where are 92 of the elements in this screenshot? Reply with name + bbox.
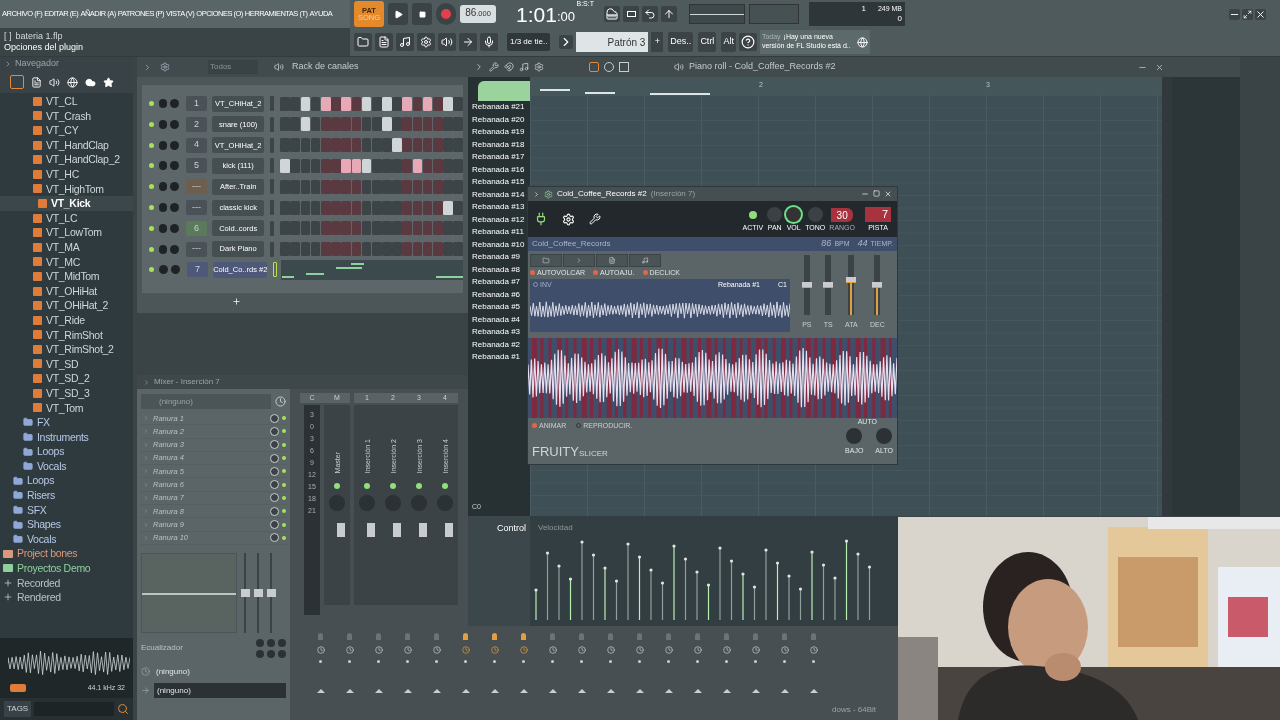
- route-field[interactable]: (ninguno): [154, 683, 286, 699]
- slice-label[interactable]: Rebanada #21: [472, 101, 530, 114]
- slice-label[interactable]: Rebanada #2: [472, 338, 530, 351]
- beats-value: 44: [857, 237, 868, 251]
- channel-number[interactable]: 1: [185, 96, 207, 112]
- slice-label[interactable]: Rebanada #10: [472, 238, 530, 251]
- browser-item[interactable]: VT_HandClap_2: [46, 154, 120, 165]
- slice-label[interactable]: Rebanada #19: [472, 126, 530, 139]
- range-field[interactable]: 30: [831, 208, 854, 222]
- browser-item[interactable]: Vocals: [27, 533, 57, 545]
- browser-item[interactable]: VT_SD_2: [46, 373, 90, 384]
- bpm-value: 86: [821, 237, 832, 251]
- slice-label[interactable]: Rebanada #16: [472, 163, 530, 176]
- browser-item[interactable]: Instruments: [37, 431, 89, 443]
- browser-item[interactable]: VT_OHiHat: [46, 285, 97, 297]
- slice-label[interactable]: Rebanada #14: [472, 188, 530, 201]
- browser-item[interactable]: VT_OHiHat_2: [46, 300, 109, 311]
- browser-item[interactable]: Proyectos Demo: [17, 563, 91, 574]
- window-title: Piano roll - Cold_Coffee_Records #2: [689, 60, 836, 74]
- slice-label[interactable]: Rebanada #20: [472, 113, 530, 126]
- slice-label[interactable]: Rebanada #18: [472, 138, 530, 151]
- slice-label[interactable]: Rebanada #5: [472, 301, 530, 314]
- browser-item[interactable]: VT_MidTom: [46, 271, 100, 282]
- key-button[interactable]: Ctrl: [698, 32, 717, 52]
- browser-item[interactable]: VT_RimShot: [46, 329, 103, 341]
- browser-item[interactable]: Project bones: [17, 548, 78, 559]
- slice-label[interactable]: Rebanada #9: [472, 251, 530, 264]
- snap-selector[interactable]: 1/3 de tie..: [507, 33, 551, 51]
- slice-label[interactable]: Rebanada #4: [472, 313, 530, 326]
- browser-item[interactable]: VT_MA: [46, 242, 80, 253]
- add-pattern-button[interactable]: +: [651, 32, 664, 52]
- browser-item[interactable]: Loops: [27, 475, 55, 486]
- control-label: Velocidad: [538, 522, 573, 534]
- insert-label: (Inserción 7): [650, 188, 696, 200]
- channel-number[interactable]: 2: [185, 116, 207, 132]
- key-button[interactable]: Des..: [668, 32, 694, 52]
- slice-label[interactable]: Rebanada #6: [472, 288, 530, 301]
- track-field[interactable]: 7: [865, 207, 891, 222]
- browser-item[interactable]: VT_SD_3: [46, 387, 90, 399]
- browser-item[interactable]: VT_LC: [46, 212, 78, 224]
- slice-label[interactable]: Rebanada #1: [472, 351, 530, 364]
- browser-item[interactable]: SFX: [27, 504, 47, 516]
- sample-name: Cold_Coffee_Records: [532, 238, 611, 250]
- slice-label[interactable]: Rebanada #7: [472, 276, 530, 289]
- brand-logo: FRUITYSLICER: [532, 442, 608, 461]
- window-title: Rack de canales: [292, 60, 359, 74]
- hint-text: Opciones del plugin: [4, 42, 85, 54]
- channel-number[interactable]: 7: [186, 262, 209, 278]
- browser-item[interactable]: VT_Crash: [46, 110, 91, 122]
- tags-button[interactable]: TAGS: [4, 701, 32, 717]
- browser-item[interactable]: Vocals: [37, 460, 67, 472]
- window-title: Cold_Coffee_Records #2: [557, 188, 647, 200]
- slice-label[interactable]: Rebanada #12: [472, 213, 530, 226]
- browser-item[interactable]: Loops: [37, 446, 65, 457]
- browser-item[interactable]: VT_CL: [46, 96, 78, 107]
- channel-number[interactable]: ---: [185, 179, 207, 195]
- slice-label[interactable]: Rebanada #3: [472, 326, 530, 339]
- slice-label[interactable]: Rebanada #17: [472, 151, 530, 164]
- browser-item[interactable]: VT_RimShot_2: [46, 344, 114, 355]
- browser-item[interactable]: Shapes: [27, 519, 61, 530]
- eq-label: Ecualizador: [141, 642, 183, 655]
- key-button[interactable]: Alt: [721, 32, 736, 52]
- channel-number[interactable]: 5: [185, 158, 207, 174]
- panel-title: Navegador: [15, 57, 60, 71]
- control-selector[interactable]: Control: [497, 522, 526, 536]
- browser-item[interactable]: VT_LowTom: [46, 227, 102, 238]
- browser-item[interactable]: Risers: [27, 490, 55, 501]
- window-title: Mixer - Inserción 7: [154, 376, 220, 388]
- route-field[interactable]: (ninguno): [156, 665, 190, 678]
- browser-item[interactable]: VT_HandClap: [46, 139, 109, 151]
- channel-number[interactable]: ---: [185, 241, 207, 257]
- file-name: bateria 1.flp: [15, 30, 63, 42]
- filter-selector[interactable]: Todos: [208, 60, 258, 74]
- slice-label[interactable]: Rebanada #13: [472, 201, 530, 214]
- slice-label[interactable]: Rebanada #11: [472, 226, 530, 239]
- bracket-text: [ ]: [4, 30, 12, 42]
- slice-label[interactable]: Rebanada #8: [472, 263, 530, 276]
- browser-item[interactable]: FX: [37, 417, 50, 428]
- slice-label[interactable]: Rebanada #15: [472, 176, 530, 189]
- browser-item[interactable]: VT_CY: [46, 125, 79, 136]
- system-text: dows - 64Bit: [832, 704, 877, 716]
- browser-item[interactable]: VT_HC: [46, 169, 79, 180]
- channel-number[interactable]: ---: [185, 200, 207, 215]
- browser-item[interactable]: VT_Ride: [46, 314, 85, 326]
- channel-number[interactable]: 4: [185, 137, 207, 153]
- browser-item[interactable]: VT_MC: [46, 256, 81, 268]
- pattern-selector[interactable]: Patrón 3: [576, 32, 649, 52]
- browser-item[interactable]: Rendered: [17, 592, 61, 603]
- browser-item[interactable]: VT_SD: [46, 358, 79, 370]
- browser-item[interactable]: Recorded: [17, 577, 61, 589]
- browser-item[interactable]: VT_Tom: [46, 402, 84, 413]
- browser-item[interactable]: VT_HighTom: [46, 183, 104, 195]
